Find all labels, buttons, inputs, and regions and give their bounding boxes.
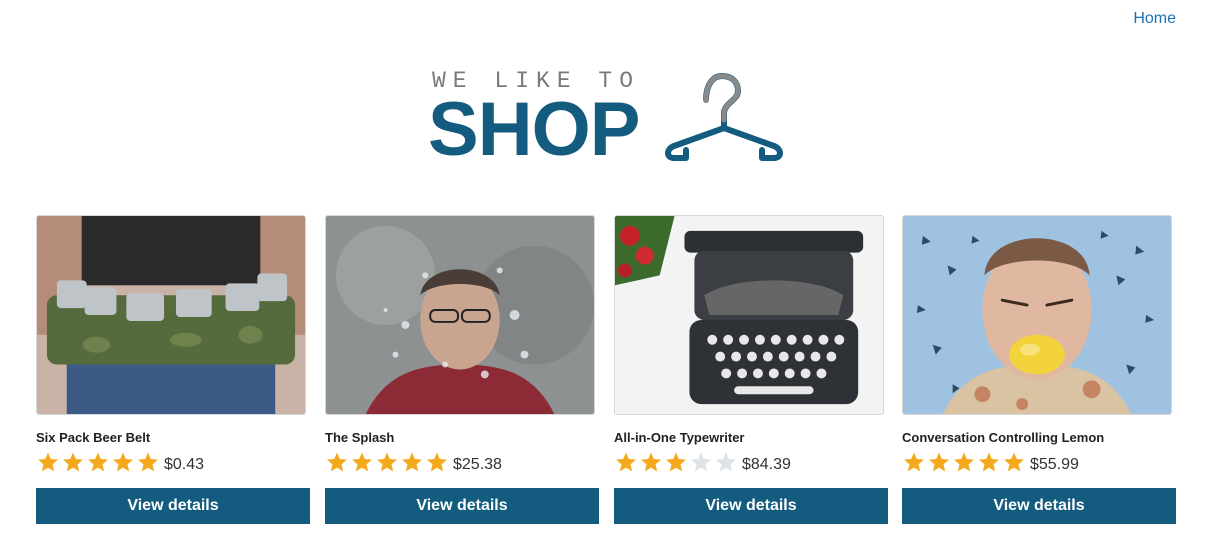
product-card: Conversation Controlling Lemon $55.99 Vi… <box>902 215 1176 524</box>
star-empty-icon <box>691 452 711 472</box>
star-rating: $55.99 <box>902 451 1079 474</box>
product-title[interactable]: All-in-One Typewriter <box>614 430 745 445</box>
star-rating: $84.39 <box>614 451 791 474</box>
star-filled-icon <box>979 452 999 472</box>
star-filled-icon <box>327 452 347 472</box>
star-filled-icon <box>113 452 133 472</box>
star-filled-icon <box>954 452 974 472</box>
product-card: All-in-One Typewriter $84.39 View detail… <box>614 215 888 524</box>
star-rating: $25.38 <box>325 451 502 474</box>
star-filled-icon <box>641 452 661 472</box>
star-filled-icon <box>377 452 397 472</box>
product-title[interactable]: Conversation Controlling Lemon <box>902 430 1104 445</box>
product-image-beer-belt[interactable] <box>36 215 306 415</box>
star-filled-icon <box>352 452 372 472</box>
home-link[interactable]: Home <box>1133 10 1176 28</box>
product-card: Six Pack Beer Belt $0.43 View details <box>36 215 310 524</box>
view-details-button[interactable]: View details <box>36 488 310 524</box>
product-image-lemon[interactable] <box>902 215 1172 415</box>
view-details-button[interactable]: View details <box>325 488 599 524</box>
star-filled-icon <box>427 452 447 472</box>
star-rating: $0.43 <box>36 451 204 474</box>
product-title[interactable]: The Splash <box>325 430 394 445</box>
star-filled-icon <box>138 452 158 472</box>
product-image-splash[interactable] <box>325 215 595 415</box>
product-price: $84.39 <box>742 456 791 473</box>
star-filled-icon <box>904 452 924 472</box>
star-filled-icon <box>616 452 636 472</box>
view-details-button[interactable]: View details <box>902 488 1176 524</box>
site-logo: WE LIKE TO SHOP <box>428 66 790 170</box>
star-filled-icon <box>38 452 58 472</box>
product-image-typewriter[interactable] <box>614 215 884 415</box>
star-filled-icon <box>63 452 83 472</box>
star-filled-icon <box>402 452 422 472</box>
star-filled-icon <box>1004 452 1024 472</box>
star-empty-icon <box>716 452 736 472</box>
logo-word: SHOP <box>428 87 640 172</box>
star-filled-icon <box>666 452 686 472</box>
product-price: $25.38 <box>453 456 502 473</box>
hanger-icon <box>665 73 783 161</box>
product-price: $0.43 <box>164 456 205 473</box>
star-filled-icon <box>88 452 108 472</box>
view-details-button[interactable]: View details <box>614 488 888 524</box>
product-title[interactable]: Six Pack Beer Belt <box>36 430 150 445</box>
star-filled-icon <box>929 452 949 472</box>
product-card: The Splash $25.38 View details <box>325 215 599 524</box>
product-price: $55.99 <box>1030 456 1079 473</box>
